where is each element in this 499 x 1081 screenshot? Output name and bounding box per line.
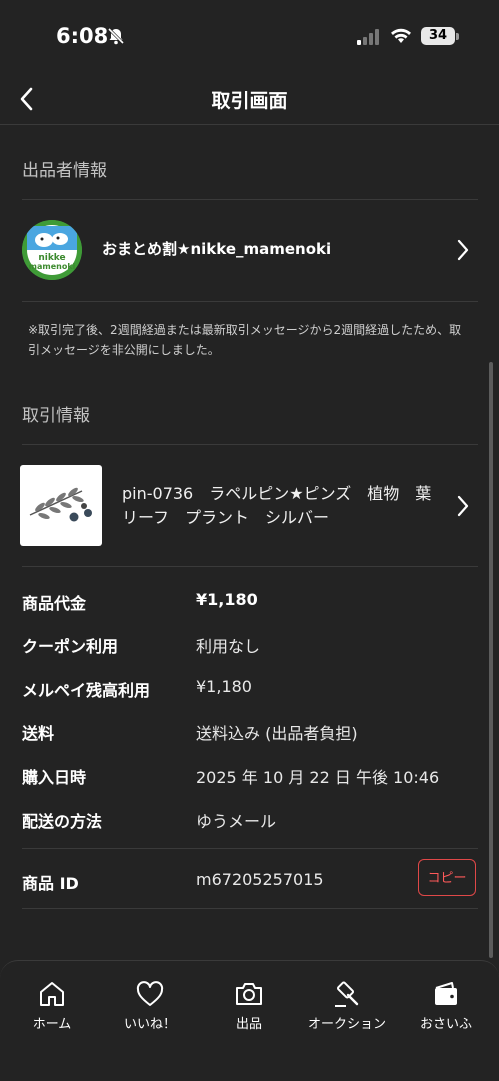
delivery-method-label: 配送の方法 <box>22 812 103 831</box>
chevron-right-icon <box>456 238 470 266</box>
divider <box>22 908 478 909</box>
seller-name: おまとめ割★nikke_mamenoki <box>102 240 332 258</box>
shipping-fee-value: 送料込み (出品者負担) <box>196 724 358 743</box>
item-title: pin-0736 ラペルピン★ピンズ 植物 葉 リーフ プラント シルバー <box>122 484 448 527</box>
divider <box>22 301 478 302</box>
tab-label: おさいふ <box>419 1017 472 1032</box>
tab-wallet[interactable]: おさいふ <box>401 979 491 1032</box>
price-value: ¥1,180 <box>196 590 258 609</box>
avatar-text-mamenoki: mamenoki <box>29 262 76 271</box>
seller-avatar: nikke mamenoki <box>22 220 82 280</box>
scrollbar[interactable] <box>489 362 493 958</box>
signal-icon <box>357 29 381 49</box>
gavel-icon <box>335 981 359 1007</box>
home-icon <box>40 982 64 1006</box>
tab-label: 出品 <box>235 1017 262 1032</box>
tab-label: いいね！ <box>123 1017 176 1032</box>
purchase-date-label: 購入日時 <box>22 768 87 787</box>
bell-muted-icon <box>107 27 125 49</box>
status-bar: 6:08 34 <box>0 0 499 76</box>
merpay-balance-value: ¥1,180 <box>196 677 252 696</box>
divider <box>22 444 478 445</box>
tab-label: ホーム <box>32 1017 72 1032</box>
item-thumbnail <box>20 465 102 546</box>
tab-likes[interactable]: いいね！ <box>105 979 195 1032</box>
tab-auction[interactable]: オークション <box>302 979 392 1032</box>
seller-row[interactable]: nikke mamenoki おまとめ割★nikke_mamenoki <box>0 200 499 300</box>
coupon-label: クーポン利用 <box>22 637 119 656</box>
coupon-value: 利用なし <box>196 637 261 656</box>
purchase-date-value: 2025 年 10 月 22 日 午後 10:46 <box>196 768 440 787</box>
merpay-balance-label: メルペイ残高利用 <box>22 681 151 700</box>
item-row[interactable]: pin-0736 ラペルピン★ピンズ 植物 葉 リーフ プラント シルバー <box>0 446 499 566</box>
camera-icon <box>236 983 262 1005</box>
status-time: 6:08 <box>56 24 109 48</box>
wifi-icon <box>390 27 412 48</box>
tab-bar: ホーム いいね！ 出品 オークション おさいふ <box>0 960 499 1081</box>
tab-home[interactable]: ホーム <box>7 979 97 1032</box>
item-id-value: m67205257015 <box>196 870 324 889</box>
price-label: 商品代金 <box>22 594 87 613</box>
heart-icon <box>136 981 164 1006</box>
message-hidden-notice: ※取引完了後、2週間経過または最新取引メッセージから2週間経過したため、取引メッ… <box>28 323 462 357</box>
shipping-fee-label: 送料 <box>22 724 55 743</box>
copy-button[interactable]: コピー <box>418 859 476 896</box>
divider <box>22 566 478 567</box>
page-title: 取引画面 <box>211 90 288 112</box>
tab-sell[interactable]: 出品 <box>204 979 294 1032</box>
transaction-section-heading: 取引情報 <box>22 406 90 426</box>
battery-indicator: 34 <box>421 27 455 45</box>
chevron-right-icon <box>456 494 470 522</box>
seller-section-heading: 出品者情報 <box>22 161 107 181</box>
battery-tip <box>456 33 459 40</box>
item-id-label: 商品 ID <box>22 874 79 893</box>
tab-label: オークション <box>307 1017 386 1032</box>
divider <box>22 848 478 849</box>
delivery-method-value: ゆうメール <box>196 812 277 831</box>
nav-bar: 取引画面 <box>0 76 499 125</box>
wallet-icon <box>435 982 457 1005</box>
